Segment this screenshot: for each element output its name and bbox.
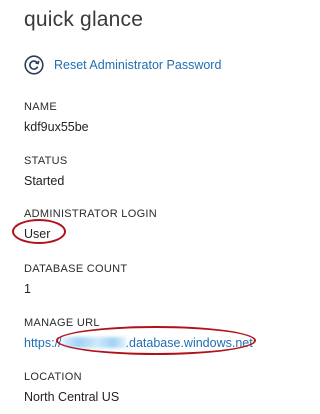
field-value: 1 — [24, 282, 31, 296]
panel-title: quick glance — [24, 8, 144, 31]
field-label: NAME — [24, 101, 57, 113]
field-database-count: DATABASE COUNT 1 — [24, 262, 127, 297]
field-administrator-login: ADMINISTRATOR LOGIN User — [24, 207, 157, 242]
field-value: North Central US — [24, 390, 120, 404]
field-label: STATUS — [24, 155, 68, 167]
field-value: User — [24, 227, 51, 241]
field-manage-url: MANAGE URL https:// .database.windows.net — [24, 316, 253, 351]
refresh-circle-icon — [24, 55, 44, 75]
redacted-server-name — [61, 337, 126, 348]
manage-url-prefix: https:// — [24, 336, 62, 350]
manage-url-link[interactable]: https:// .database.windows.net — [24, 335, 253, 351]
quick-glance-panel: quick glance Reset Administrator Passwor… — [0, 0, 284, 414]
field-status: STATUS Started — [24, 154, 68, 189]
field-label: DATABASE COUNT — [24, 263, 128, 275]
manage-url-suffix: .database.windows.net — [125, 336, 253, 350]
field-name: NAME kdf9ux55be — [24, 100, 89, 135]
field-value: Started — [24, 174, 65, 188]
reset-admin-password-link[interactable]: Reset Administrator Password — [54, 58, 221, 72]
field-label: ADMINISTRATOR LOGIN — [24, 208, 158, 220]
reset-admin-password-button[interactable]: Reset Administrator Password — [24, 55, 221, 75]
field-label: MANAGE URL — [24, 317, 100, 329]
field-value: kdf9ux55be — [24, 120, 89, 134]
field-label: LOCATION — [24, 371, 82, 383]
field-location: LOCATION North Central US — [24, 370, 119, 405]
